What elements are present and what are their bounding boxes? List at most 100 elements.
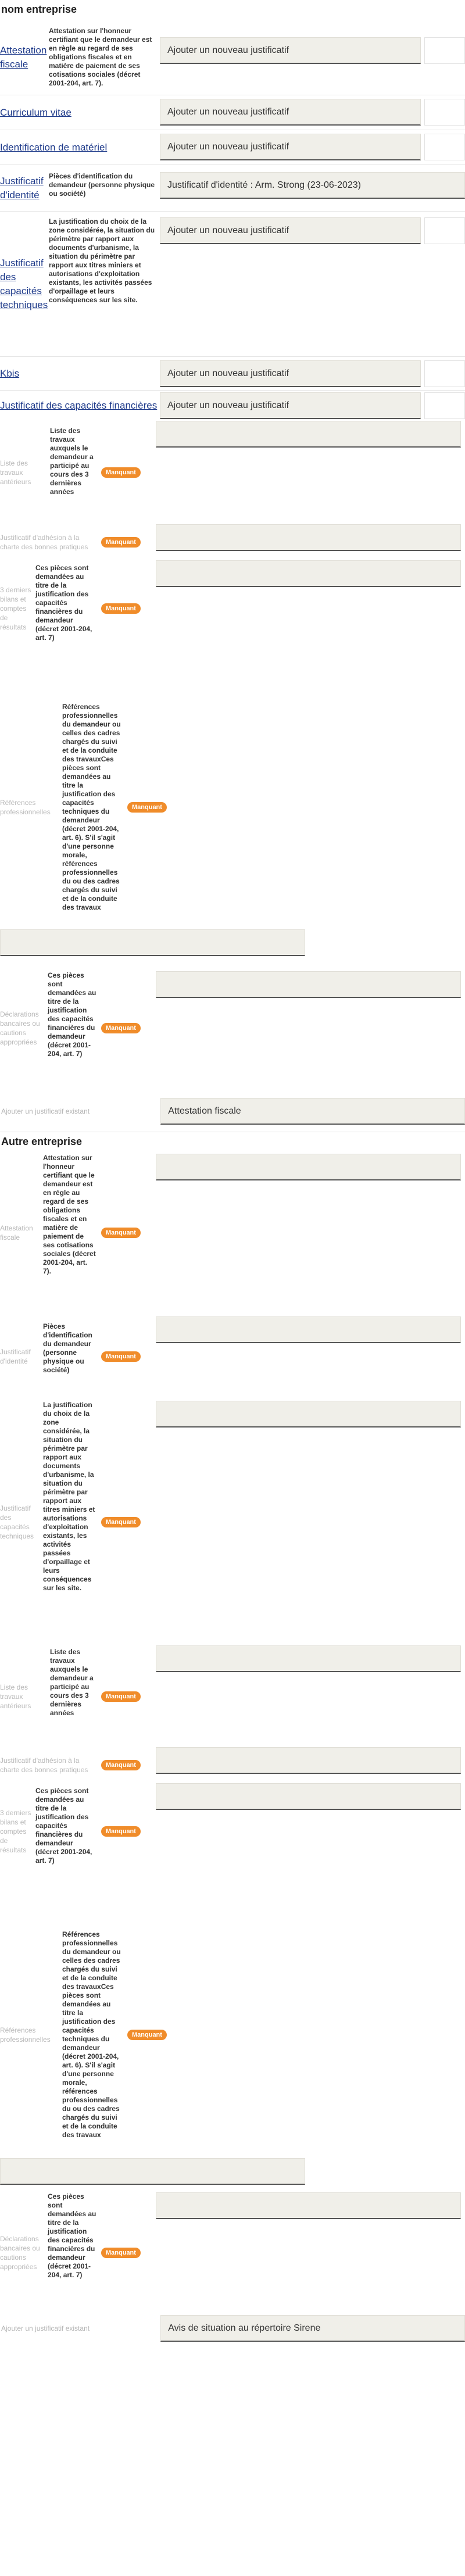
document-label: Identification de matériel: [0, 130, 160, 164]
section-title: nom entreprise: [1, 3, 77, 15]
missing-label: Déclarations bancaires ou cautions appro…: [0, 2234, 40, 2271]
missing-row: Justificatif d'adhésion à la charte des …: [0, 524, 465, 560]
missing-row: Justificatif d'identité Pièces d'identif…: [0, 1314, 465, 1398]
missing-row: Attestation fiscale Attestation sur l'ho…: [0, 1151, 465, 1314]
document-link[interactable]: Curriculum vitae: [0, 106, 71, 120]
justificatif-select[interactable]: [155, 971, 461, 998]
document-row: Identification de matériel Ajouter un no…: [0, 130, 465, 165]
document-link[interactable]: Attestation fiscale: [0, 44, 46, 71]
existing-justificatif-row: Ajouter un justificatif existant Attesta…: [0, 1098, 465, 1125]
add-justificatif-select[interactable]: Ajouter un nouveau justificatif: [160, 99, 421, 126]
missing-badge: Manquant: [101, 603, 141, 614]
add-justificatif-select[interactable]: Ajouter un nouveau justificatif: [160, 134, 421, 160]
justificatif-select[interactable]: [155, 560, 461, 587]
justificatif-select[interactable]: [155, 1401, 461, 1427]
missing-description: Ces pièces sont demandées au titre de la…: [48, 2192, 96, 2279]
existing-justificatif-select[interactable]: Attestation fiscale: [160, 1098, 465, 1125]
document-row: Kbis Ajouter un nouveau justificatif: [0, 357, 465, 391]
existing-justificatif-select[interactable]: Avis de situation au répertoire Sirene: [160, 2315, 465, 2342]
missing-description: Références professionnelles du demandeur…: [62, 1930, 121, 2139]
upload-button[interactable]: [424, 217, 465, 244]
document-link[interactable]: Kbis: [0, 367, 19, 381]
document-label: Justificatif des capacités financières: [0, 391, 160, 421]
upload-button[interactable]: [424, 99, 465, 126]
missing-description: Ces pièces sont demandées au titre de la…: [35, 564, 92, 642]
document-label: Justificatif d'identité: [0, 165, 46, 211]
missing-label: Déclarations bancaires ou cautions appro…: [0, 1010, 40, 1046]
document-label: Kbis: [0, 357, 160, 390]
document-link[interactable]: Justificatif des capacités financières: [0, 399, 157, 413]
document-row: Attestation fiscale Attestation sur l'ho…: [0, 20, 465, 95]
missing-label: 3 derniers bilans et comptes de résultat…: [0, 1808, 31, 1854]
document-label: Attestation fiscale: [0, 20, 46, 95]
missing-badge: Manquant: [101, 467, 141, 478]
missing-row: Justificatif des capacités techniques La…: [0, 1398, 465, 1645]
missing-badge: Manquant: [101, 2247, 141, 2258]
add-justificatif-select[interactable]: Ajouter un nouveau justificatif: [160, 217, 421, 244]
missing-label: Attestation fiscale: [0, 1224, 33, 1242]
missing-badge: Manquant: [101, 1760, 141, 1770]
add-justificatif-select[interactable]: Ajouter un nouveau justificatif: [160, 360, 421, 387]
missing-description: Liste des travaux auxquels le demandeur …: [50, 427, 94, 496]
missing-label: 3 derniers bilans et comptes de résultat…: [0, 585, 31, 631]
add-justificatif-select[interactable]: Ajouter un nouveau justificatif: [160, 392, 421, 419]
missing-badge: Manquant: [101, 1023, 141, 1033]
missing-badge: Manquant: [101, 537, 141, 548]
missing-label: Justificatif des capacités techniques: [0, 1504, 34, 1540]
missing-row: Justificatif d'adhésion à la charte des …: [0, 1747, 465, 1783]
document-link[interactable]: Justificatif des capacités techniques: [0, 256, 48, 312]
justificatif-select[interactable]: Justificatif d'identité : Arm. Strong (2…: [160, 172, 465, 199]
justificatif-select[interactable]: [155, 1747, 461, 1774]
upload-button[interactable]: [424, 37, 465, 64]
section-title: Autre entreprise: [0, 1132, 465, 1151]
missing-description: Ces pièces sont demandées au titre de la…: [35, 1787, 92, 1865]
document-row: Justificatif d'identité Pièces d'identif…: [0, 165, 465, 212]
justificatif-select[interactable]: [155, 1645, 461, 1672]
justificatif-select[interactable]: [155, 1154, 461, 1180]
missing-row: 3 derniers bilans et comptes de résultat…: [0, 560, 465, 656]
missing-row: Liste des travaux antérieurs Liste des t…: [0, 1645, 465, 1747]
justificatif-select[interactable]: [155, 1783, 461, 1810]
missing-description: Pièces d'identification du demandeur (pe…: [43, 1322, 92, 1374]
justificatif-select[interactable]: [155, 524, 461, 551]
missing-row: Références professionnelles Références p…: [0, 656, 465, 958]
document-link[interactable]: Identification de matériel: [0, 141, 107, 155]
missing-row: Déclarations bancaires ou cautions appro…: [0, 958, 465, 1098]
missing-badge: Manquant: [101, 1351, 141, 1362]
document-label: Justificatif des capacités techniques: [0, 212, 48, 356]
missing-description: Attestation sur l'honneur certifiant que…: [43, 1154, 96, 1275]
document-row: Justificatif des capacités techniques La…: [0, 212, 465, 357]
existing-label: Ajouter un justificatif existant: [1, 2324, 90, 2332]
justificatif-select[interactable]: [155, 2192, 461, 2219]
upload-button[interactable]: [424, 134, 465, 160]
upload-button[interactable]: [424, 360, 465, 387]
missing-badge: Manquant: [101, 1826, 141, 1837]
missing-description: Liste des travaux auxquels le demandeur …: [50, 1648, 94, 1717]
justificatif-select[interactable]: [0, 2158, 305, 2185]
missing-badge: Manquant: [127, 2029, 167, 2040]
missing-row: Liste des travaux antérieurs Liste des t…: [0, 421, 465, 524]
document-row: Justificatif des capacités financières A…: [0, 391, 465, 421]
missing-label: Justificatif d'identité: [0, 1347, 31, 1365]
missing-label: Liste des travaux antérieurs: [0, 459, 31, 486]
document-label: Curriculum vitae: [0, 95, 160, 130]
missing-description: La justification du choix de la zone con…: [43, 1401, 95, 1592]
document-description: Pièces d'identification du demandeur (pe…: [49, 172, 155, 198]
missing-label: Références professionnelles: [0, 2026, 51, 2044]
add-justificatif-select[interactable]: Ajouter un nouveau justificatif: [160, 37, 421, 64]
missing-badge: Manquant: [101, 1228, 141, 1238]
missing-badge: Manquant: [101, 1691, 141, 1702]
missing-label: Références professionnelles: [0, 799, 51, 816]
document-description: La justification du choix de la zone con…: [49, 217, 155, 304]
justificatif-select[interactable]: [0, 929, 305, 956]
missing-row: 3 derniers bilans et comptes de résultat…: [0, 1783, 465, 1879]
missing-badge: Manquant: [101, 1516, 141, 1527]
justificatif-select[interactable]: [155, 1316, 461, 1343]
missing-badge: Manquant: [127, 802, 167, 813]
document-description: Attestation sur l'honneur certifiant que…: [49, 27, 152, 87]
justificatif-select[interactable]: [155, 421, 461, 448]
document-link[interactable]: Justificatif d'identité: [0, 174, 46, 202]
missing-description: Ces pièces sont demandées au titre de la…: [48, 971, 96, 1058]
upload-button[interactable]: [424, 392, 465, 419]
missing-row: Références professionnelles Références p…: [0, 1879, 465, 2190]
